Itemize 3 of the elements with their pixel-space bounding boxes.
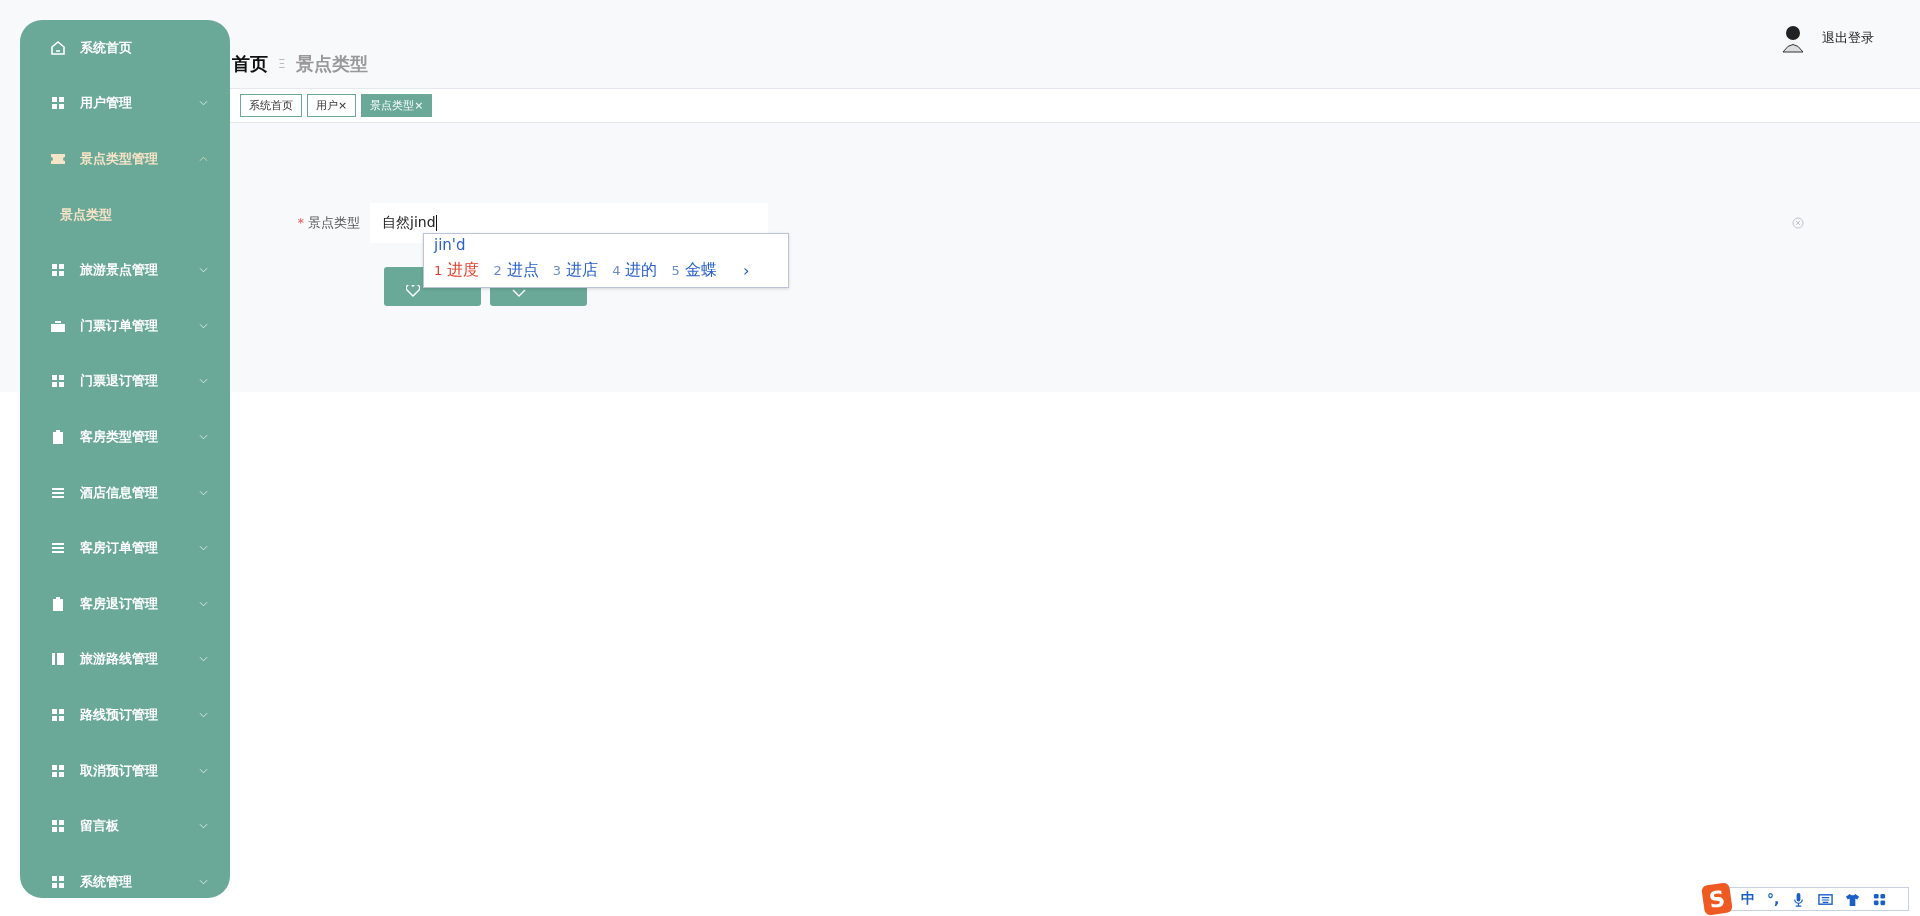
breadcrumb-separator: Ξ — [278, 57, 286, 71]
field-label-text: 景点类型 — [308, 215, 360, 230]
required-mark: * — [297, 215, 304, 230]
